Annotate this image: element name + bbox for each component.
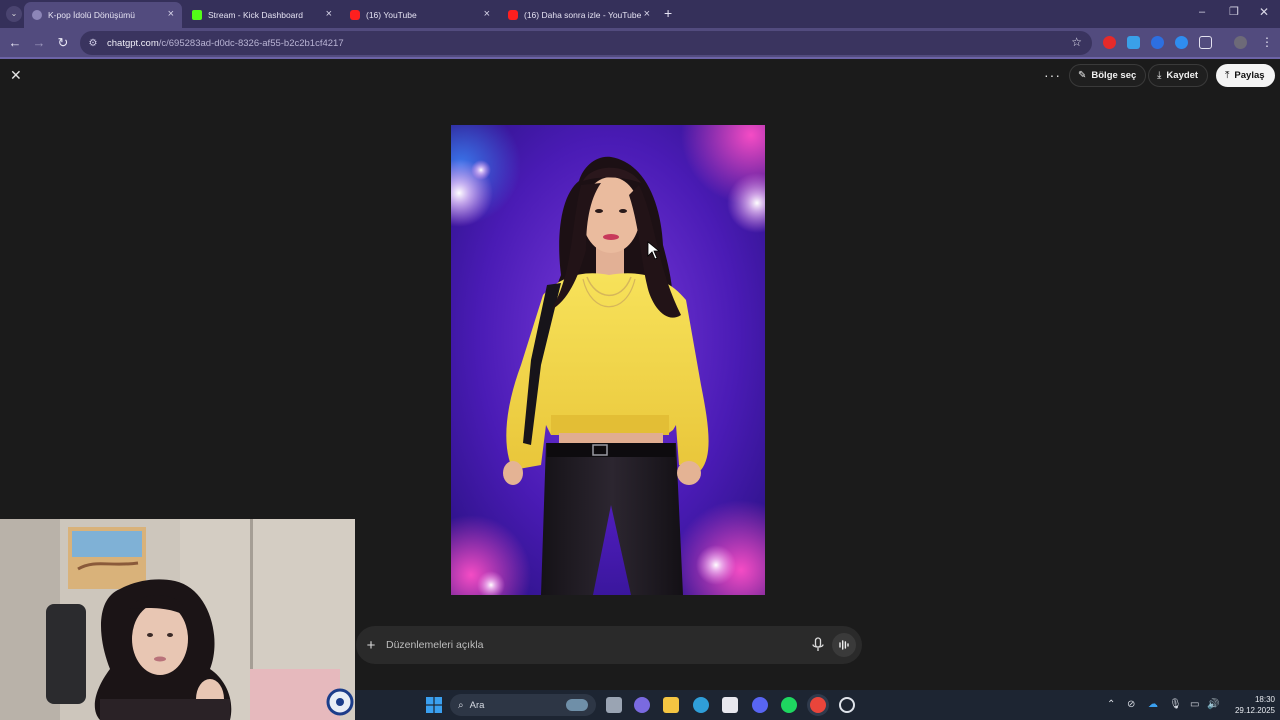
tab-kpop[interactable]: K-pop İdolü Dönüşümü × (24, 2, 182, 28)
generated-image (451, 125, 765, 595)
tab-title: K-pop İdolü Dönüşümü (48, 10, 135, 20)
tab-title: (16) YouTube (366, 10, 417, 20)
webcam-overlay (0, 519, 355, 720)
close-tab-icon[interactable]: × (326, 9, 332, 20)
chrome-icon[interactable] (810, 697, 826, 713)
composer-placeholder[interactable]: Düzenlemeleri açıkla (386, 639, 483, 651)
close-viewer-icon[interactable]: ✕ (10, 67, 22, 84)
more-options-icon[interactable]: ··· (1044, 67, 1061, 83)
search-highlight-icon (566, 699, 588, 711)
windows-taskbar: ⌕ Ara ⌃ ⊘ ☁ 🎙 ▭ 🔊 18:30 29.12.2025 (355, 690, 1280, 720)
close-tab-icon[interactable]: × (484, 9, 490, 20)
close-window-icon[interactable]: ✕ (1259, 6, 1269, 18)
close-tab-icon[interactable]: × (644, 9, 650, 20)
microphone-icon[interactable] (811, 637, 825, 653)
address-bar[interactable]: ⚙ chatgpt.com/c/695283ad-d0dc-8326-af55-… (80, 31, 1092, 55)
tray-network-off-icon[interactable]: ⊘ (1127, 699, 1135, 711)
system-clock[interactable]: 18:30 29.12.2025 (1229, 694, 1275, 716)
tab-strip: ⌄ K-pop İdolü Dönüşümü × Stream - Kick D… (0, 0, 1280, 28)
minimize-icon[interactable]: – (1199, 7, 1205, 18)
discord-icon[interactable] (752, 697, 768, 713)
tab-title: Stream - Kick Dashboard (208, 10, 303, 20)
kpop-portrait-illustration (451, 125, 765, 595)
restore-icon[interactable]: ❐ (1229, 7, 1239, 18)
extension-red-icon[interactable] (1103, 36, 1116, 49)
windows-start-icon[interactable] (426, 697, 442, 713)
tray-display-icon[interactable]: ▭ (1190, 699, 1199, 711)
magic-select-icon: ✎ (1078, 70, 1087, 81)
attach-plus-icon[interactable]: + (364, 637, 378, 654)
url-path: /c/695283ad-d0dc-8326-af55-b2c2b1cf4217 (158, 37, 344, 49)
select-area-label: Bölge seç (1091, 70, 1137, 81)
extension-wave-icon[interactable] (1151, 36, 1164, 49)
select-area-button[interactable]: ✎ Bölge seç (1069, 64, 1147, 87)
tray-microphone-icon[interactable]: 🎙 (1169, 699, 1182, 711)
new-tab-plus-icon[interactable]: + (664, 6, 672, 20)
tray-cloud-icon[interactable]: ☁ (1148, 699, 1158, 711)
url-host: chatgpt.com (107, 37, 159, 49)
close-tab-icon[interactable]: × (168, 9, 174, 20)
tray-volume-icon[interactable]: 🔊 (1207, 699, 1219, 711)
tab-youtube[interactable]: (16) YouTube × (342, 2, 498, 28)
tab-watch-later[interactable]: (16) Daha sonra izle - YouTube × (500, 2, 658, 28)
extensions-puzzle-icon[interactable] (1199, 36, 1212, 49)
download-icon: ⤓ (1157, 70, 1162, 81)
profile-avatar[interactable] (1234, 36, 1247, 49)
extension-blue-icon[interactable] (1175, 36, 1188, 49)
chatgpt-favicon-icon (32, 10, 42, 20)
taskbar-search-label: Ara (469, 699, 485, 711)
forward-arrow-icon[interactable]: → (30, 34, 48, 52)
save-label: Kaydet (1166, 70, 1199, 81)
reload-icon[interactable]: ↻ (54, 34, 72, 52)
edit-composer[interactable]: + Düzenlemeleri açıkla (356, 626, 862, 664)
file-explorer-icon[interactable] (663, 697, 679, 713)
obs-recording-icon[interactable] (839, 697, 855, 713)
share-button[interactable]: ⤒ Paylaş (1216, 64, 1275, 87)
streamer-webcam-feed (0, 519, 355, 720)
youtube-favicon-icon (508, 10, 518, 20)
search-icon: ⌕ (458, 699, 464, 711)
site-settings-icon[interactable]: ⚙ (87, 38, 99, 49)
spotify-icon[interactable] (781, 697, 797, 713)
tab-kick[interactable]: Stream - Kick Dashboard × (184, 2, 340, 28)
clock-date: 29.12.2025 (1234, 706, 1275, 715)
tab-title: (16) Daha sonra izle - YouTube (524, 10, 642, 20)
microsoft-store-icon[interactable] (722, 697, 738, 713)
browser-menu-icon[interactable]: ⋮ (1261, 35, 1273, 49)
kick-favicon-icon (192, 10, 202, 20)
share-label: Paylaş (1234, 70, 1265, 81)
taskbar-search[interactable]: ⌕ Ara (450, 694, 596, 716)
back-arrow-icon[interactable]: ← (6, 34, 24, 52)
voice-waveform-icon (839, 640, 849, 650)
bookmark-star-icon[interactable]: ☆ (1071, 35, 1082, 49)
copilot-icon[interactable] (634, 697, 650, 713)
extension-translate-icon[interactable] (1127, 36, 1140, 49)
share-upload-icon: ⤒ (1225, 70, 1230, 81)
task-view-icon[interactable] (606, 697, 622, 713)
tray-overflow-chevron-icon[interactable]: ⌃ (1107, 699, 1115, 711)
tab-search-chevron-icon[interactable]: ⌄ (6, 6, 22, 22)
edge-browser-icon[interactable] (693, 697, 709, 713)
browser-toolbar: ← → ↻ ⚙ chatgpt.com/c/695283ad-d0dc-8326… (0, 28, 1280, 58)
clock-time: 18:30 (1254, 695, 1275, 704)
voice-mode-button[interactable] (832, 633, 856, 657)
save-button[interactable]: ⤓ Kaydet (1148, 64, 1209, 87)
youtube-favicon-icon (350, 10, 360, 20)
